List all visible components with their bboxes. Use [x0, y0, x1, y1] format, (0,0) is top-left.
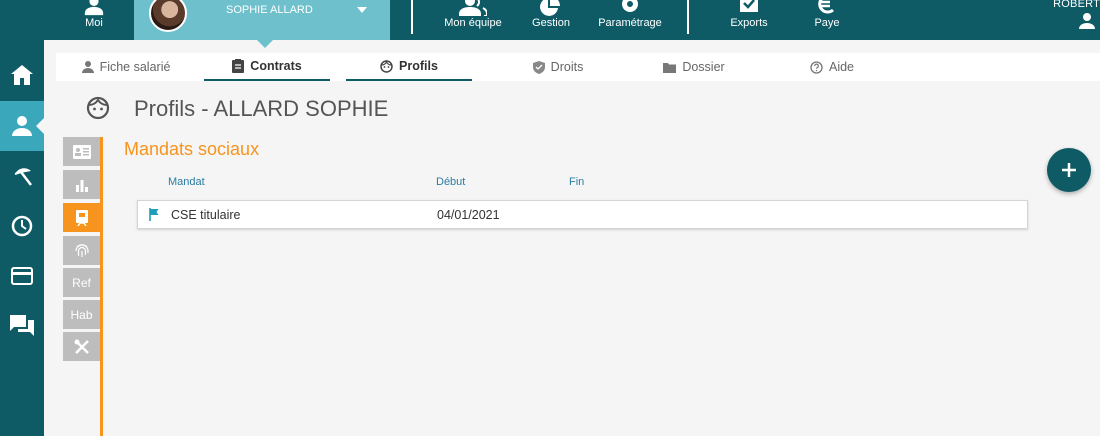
nav-moi[interactable]: Moi	[66, 0, 122, 40]
nav-parametrage-label: Paramétrage	[598, 17, 662, 29]
user-name[interactable]: ROBERT	[1053, 0, 1100, 10]
subnav-stats[interactable]	[63, 170, 100, 199]
tools-icon	[74, 339, 89, 354]
tab-label: Fiche salarié	[99, 60, 171, 74]
euro-icon	[818, 0, 834, 14]
employee-avatar	[149, 0, 187, 32]
page-title: Profils - ALLARD SOPHIE	[134, 96, 389, 121]
employee-name: SOPHIE ALLARD	[226, 4, 313, 16]
clipboard-icon	[232, 59, 245, 73]
profile-subnav: Ref Hab	[63, 137, 103, 436]
table-row[interactable]: CSE titulaire 04/01/2021	[137, 200, 1028, 229]
subnav-mandats[interactable]	[63, 203, 100, 232]
checkbox-icon	[740, 0, 758, 12]
rail-employee[interactable]	[0, 101, 44, 151]
rail-home[interactable]	[0, 50, 44, 100]
tab-contrats[interactable]: Contrats	[204, 53, 330, 81]
column-header-mandat[interactable]: Mandat	[168, 176, 205, 188]
divider	[687, 0, 689, 34]
divider	[411, 0, 413, 34]
person-icon	[81, 61, 94, 73]
tab-label: Dossier	[682, 60, 725, 74]
subnav-tools[interactable]	[63, 332, 100, 361]
employee-selector[interactable]: SOPHIE ALLARD	[134, 0, 390, 48]
clock-icon	[11, 215, 33, 237]
credit-card-icon	[11, 267, 33, 285]
folder-icon	[663, 62, 677, 73]
nav-paye[interactable]: Paye	[808, 0, 846, 40]
beach-umbrella-icon	[14, 168, 32, 186]
face-icon	[86, 96, 110, 120]
subnav-ref-label: Ref	[72, 275, 91, 290]
tab-label: Contrats	[250, 59, 302, 73]
add-mandat-button[interactable]	[1047, 148, 1091, 192]
tab-droits[interactable]: Droits	[518, 53, 598, 81]
top-bar: Moi SOPHIE ALLARD Mon équipe Gestion Par…	[0, 0, 1100, 48]
chat-icon	[10, 315, 34, 336]
nav-parametrage[interactable]: Paramétrage	[596, 0, 664, 40]
subnav-id-card[interactable]	[63, 137, 100, 166]
chevron-down-icon[interactable]	[357, 7, 367, 13]
tab-label: Aide	[828, 60, 855, 74]
nav-moi-label: Moi	[85, 17, 103, 29]
rail-vacation[interactable]	[0, 151, 44, 201]
rail-payment[interactable]	[0, 251, 44, 301]
tab-fiche-salarie[interactable]: Fiche salarié	[76, 53, 176, 81]
subnav-hab-label: Hab	[70, 307, 93, 322]
gear-icon	[622, 0, 638, 12]
flag-icon	[149, 208, 159, 221]
subnav-hab[interactable]: Hab	[63, 300, 100, 329]
user-icon[interactable]	[1079, 13, 1095, 29]
badge-icon	[75, 209, 88, 226]
tab-dossier[interactable]: Dossier	[654, 53, 734, 81]
tab-aide[interactable]: Aide	[802, 53, 862, 81]
bar-chart-icon	[75, 179, 88, 192]
tab-label: Profils	[399, 59, 438, 73]
person-icon	[84, 0, 104, 16]
rail-messages[interactable]	[0, 301, 44, 351]
nav-paye-label: Paye	[814, 17, 840, 29]
nav-exports-label: Exports	[730, 17, 768, 29]
tab-bar: Fiche salarié Contrats Profils Droits Do…	[56, 53, 1100, 81]
plus-icon	[1062, 163, 1076, 177]
rail-time[interactable]	[0, 201, 44, 251]
mandat-cell: CSE titulaire	[171, 208, 241, 222]
team-icon	[459, 0, 487, 16]
id-card-icon	[72, 144, 91, 159]
shield-icon	[532, 60, 545, 74]
column-header-fin[interactable]: Fin	[569, 176, 584, 188]
tab-label: Droits	[550, 60, 584, 74]
subnav-fingerprint[interactable]	[63, 236, 100, 265]
left-rail	[0, 40, 44, 436]
person-icon	[12, 116, 32, 136]
fingerprint-icon	[74, 243, 89, 257]
debut-cell: 04/01/2021	[437, 208, 500, 222]
nav-gestion-label: Gestion	[532, 17, 570, 29]
column-header-debut[interactable]: Début	[436, 176, 465, 188]
face-icon	[380, 59, 393, 73]
section-title: Mandats sociaux	[124, 139, 260, 159]
nav-exports[interactable]: Exports	[726, 0, 772, 40]
help-icon	[810, 60, 823, 74]
home-icon	[11, 65, 33, 85]
tab-profils[interactable]: Profils	[346, 53, 472, 81]
nav-mon-equipe-label: Mon équipe	[444, 17, 502, 29]
nav-mon-equipe[interactable]: Mon équipe	[440, 0, 506, 40]
subnav-ref[interactable]: Ref	[63, 268, 100, 297]
nav-gestion[interactable]: Gestion	[528, 0, 574, 40]
pie-chart-icon	[540, 0, 560, 16]
